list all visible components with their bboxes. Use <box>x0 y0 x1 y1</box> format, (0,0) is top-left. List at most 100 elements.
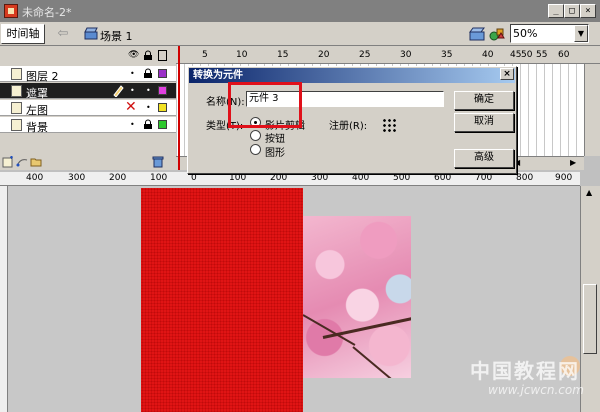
layer-row[interactable]: 图层 2 • <box>0 66 176 83</box>
layer-name: 图层 2 <box>26 70 59 83</box>
ruler-number: 900 <box>555 173 573 183</box>
ok-button[interactable]: 确定 <box>454 91 514 110</box>
ruler-number: 400 <box>352 173 370 183</box>
visible-dot[interactable]: • <box>130 69 135 78</box>
layer-name: 遮罩 <box>26 87 48 100</box>
layer-color-swatch[interactable] <box>158 86 167 95</box>
layer-row[interactable]: 左图 ✕ • <box>0 99 176 117</box>
chevron-down-icon[interactable]: ▼ <box>574 25 588 42</box>
ruler-number: 800 <box>516 173 534 183</box>
maximize-button[interactable]: □ <box>564 4 580 18</box>
radio-graphic[interactable] <box>250 144 261 155</box>
ruler-number: 100 <box>229 173 247 183</box>
advanced-button[interactable]: 高级 <box>454 149 514 168</box>
scroll-up-icon[interactable]: ▲ <box>586 188 592 197</box>
layer-color-swatch[interactable] <box>158 69 167 78</box>
ruler-number: 100 <box>150 173 168 183</box>
layer-page-icon <box>11 102 22 114</box>
mask-rectangle[interactable] <box>141 188 303 412</box>
frame-number: 55 <box>536 50 548 60</box>
add-guide-layer-icon[interactable] <box>16 156 28 168</box>
add-layer-icon[interactable] <box>2 156 14 168</box>
frame-number: 40 <box>482 50 494 60</box>
close-button[interactable]: × <box>580 4 596 18</box>
lock-dot[interactable]: • <box>146 103 151 112</box>
radio-label: 图形 <box>265 148 285 159</box>
ruler-number: 0 <box>191 173 197 183</box>
frame-number: 20 <box>318 50 330 60</box>
back-arrow-icon[interactable]: ⇦ <box>54 25 72 43</box>
edit-symbol-icon[interactable] <box>488 26 506 42</box>
flash-document-icon <box>4 4 18 18</box>
title-bar: 未命名-2* _ □ × <box>0 0 600 22</box>
lock-dot[interactable]: • <box>146 86 151 95</box>
branch-shape <box>352 346 392 378</box>
frame-number: 45 <box>510 50 522 60</box>
eye-icon[interactable]: 👁 <box>128 50 139 61</box>
frame-number: 50 <box>521 50 533 60</box>
radio-label: 按钮 <box>265 134 285 145</box>
lock-icon[interactable] <box>143 50 153 61</box>
layer-name: 左图 <box>26 104 48 117</box>
layer-row[interactable]: 背景 • <box>0 117 176 134</box>
vertical-ruler <box>0 186 8 412</box>
frame-number: 35 <box>441 50 453 60</box>
ruler-number: 400 <box>26 173 44 183</box>
visible-dot[interactable]: • <box>130 120 135 129</box>
ruler-number: 700 <box>475 173 493 183</box>
playhead[interactable] <box>178 46 180 170</box>
tab-timeline[interactable]: 时间轴 <box>1 24 45 44</box>
layer-name: 背景 <box>26 121 48 134</box>
zoom-value: 50% <box>513 27 538 40</box>
window-title: 未命名-2* <box>22 6 72 19</box>
edit-scene-icon[interactable] <box>468 26 486 42</box>
visible-dot[interactable]: • <box>130 86 135 95</box>
trash-icon[interactable] <box>152 156 164 168</box>
dialog-title: 转换为元件 <box>189 68 515 83</box>
hidden-x-icon[interactable]: ✕ <box>125 99 137 115</box>
timeline-toolbar: 时间轴 ⇦ 场景 1 50% ▼ <box>0 22 600 46</box>
scroll-thumb[interactable] <box>583 284 597 354</box>
stage-ruler: 400 300 200 100 0 100 200 300 400 500 60… <box>0 172 580 186</box>
outline-icon[interactable] <box>158 50 167 61</box>
layer-color-swatch[interactable] <box>158 103 167 112</box>
watermark-url: www.jcwcn.com <box>488 383 584 397</box>
layer-panel: 👁 图层 2 • 遮罩 • • 左图 ✕ • 背景 • <box>0 46 176 170</box>
layer-page-icon <box>11 119 22 131</box>
highlight-annotation <box>228 82 302 128</box>
registration-label: 注册(R): <box>329 121 368 132</box>
radio-button[interactable] <box>250 130 261 141</box>
cancel-button[interactable]: 取消 <box>454 113 514 132</box>
watermark-text: 中国教程网 <box>470 359 580 383</box>
layer-header: 👁 <box>0 48 176 63</box>
frame-number: 10 <box>236 50 248 60</box>
frame-number: 15 <box>277 50 289 60</box>
add-folder-icon[interactable] <box>30 156 42 168</box>
layer-row[interactable]: 遮罩 • • <box>0 83 176 100</box>
cherry-blossom-photo[interactable] <box>303 216 411 378</box>
scroll-right-icon[interactable]: ▶ <box>570 158 576 167</box>
ruler-number: 200 <box>270 173 288 183</box>
layer-toolbar <box>0 154 176 170</box>
lock-icon[interactable] <box>143 68 153 79</box>
ruler-number: 300 <box>68 173 86 183</box>
layer-page-icon <box>11 68 22 80</box>
ruler-number: 300 <box>311 173 329 183</box>
lock-icon[interactable] <box>143 119 153 130</box>
layer-color-swatch[interactable] <box>158 120 167 129</box>
frame-number: 25 <box>359 50 371 60</box>
frame-number: 30 <box>400 50 412 60</box>
frame-number: 60 <box>558 50 570 60</box>
frame-ruler: 5 10 15 20 25 30 35 40 45 50 55 60 <box>176 46 600 64</box>
stage-vertical-scrollbar[interactable]: ▲ <box>580 186 600 412</box>
scene-icon <box>84 27 98 40</box>
ruler-number: 200 <box>109 173 127 183</box>
minimize-button[interactable]: _ <box>548 4 564 18</box>
pencil-icon <box>113 85 124 97</box>
timeline-vertical-scrollbar[interactable] <box>584 64 600 156</box>
ruler-number: 500 <box>393 173 411 183</box>
dialog-close-button[interactable]: × <box>500 68 514 80</box>
registration-grid-icon[interactable] <box>382 118 398 134</box>
layer-page-icon <box>11 85 22 97</box>
zoom-select[interactable]: 50% ▼ <box>510 24 589 43</box>
